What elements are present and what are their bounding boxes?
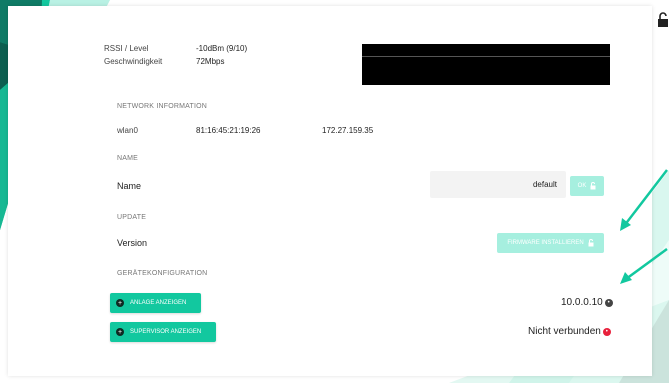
update-section-title: UPDATE [117, 214, 147, 221]
firmware-install-button[interactable]: FIRMWARE INSTALLIEREN [497, 233, 604, 253]
name-input-value: default [532, 180, 557, 189]
rssi-label: RSSI / Level [104, 44, 149, 53]
back-arrow-icon [12, 13, 26, 25]
show-anlage-button[interactable]: + ANLAGE ANZEIGEN [110, 293, 201, 313]
show-supervisor-button[interactable]: + SUPERVISOR ANZEIGEN [110, 322, 216, 342]
status-dot-icon: • [602, 327, 611, 336]
lock-icon [590, 182, 596, 190]
anlage-status: 10.0.0.10 • [561, 297, 613, 308]
network-ip: 172.27.159.35 [322, 126, 374, 135]
lock-icon [658, 12, 668, 27]
version-label: Version [117, 238, 148, 248]
ok-button[interactable]: OK [570, 176, 604, 196]
show-supervisor-label: SUPERVISOR ANZEIGEN [130, 329, 202, 335]
back-button[interactable] [8, 8, 30, 30]
firmware-install-label: FIRMWARE INSTALLIEREN [507, 240, 584, 246]
status-dot-icon: • [604, 298, 613, 307]
pointer-arrow-icon [620, 247, 668, 284]
name-section-title: NAME [117, 155, 139, 162]
app-frame: RSSI / Level -10dBm (9/10) Geschwindigke… [0, 0, 669, 383]
speed-value: 72Mbps [196, 57, 225, 66]
plus-circle-icon: + [116, 328, 124, 336]
speed-label: Geschwindigkeit [104, 57, 163, 66]
ok-button-label: OK [577, 183, 587, 189]
network-mac: 81:16:45:21:19:26 [196, 126, 261, 135]
redacted-divider [362, 56, 610, 57]
redacted-area [362, 44, 610, 85]
name-input[interactable]: default [430, 171, 566, 198]
supervisor-status: Nicht verbunden • [528, 326, 611, 337]
config-section-title: GERÄTEKONFIGURATION [117, 270, 208, 277]
pointer-arrow-icon [620, 169, 668, 231]
rssi-value: -10dBm (9/10) [196, 44, 248, 53]
supervisor-status-text: Nicht verbunden [528, 326, 601, 337]
network-interface: wlan0 [117, 126, 138, 135]
anlage-status-text: 10.0.0.10 [561, 297, 603, 308]
show-anlage-label: ANLAGE ANZEIGEN [130, 300, 187, 306]
name-label: Name [117, 181, 142, 191]
plus-circle-icon: + [116, 299, 124, 307]
network-section-title: NETWORK INFORMATION [117, 103, 207, 110]
lock-icon [588, 239, 594, 247]
